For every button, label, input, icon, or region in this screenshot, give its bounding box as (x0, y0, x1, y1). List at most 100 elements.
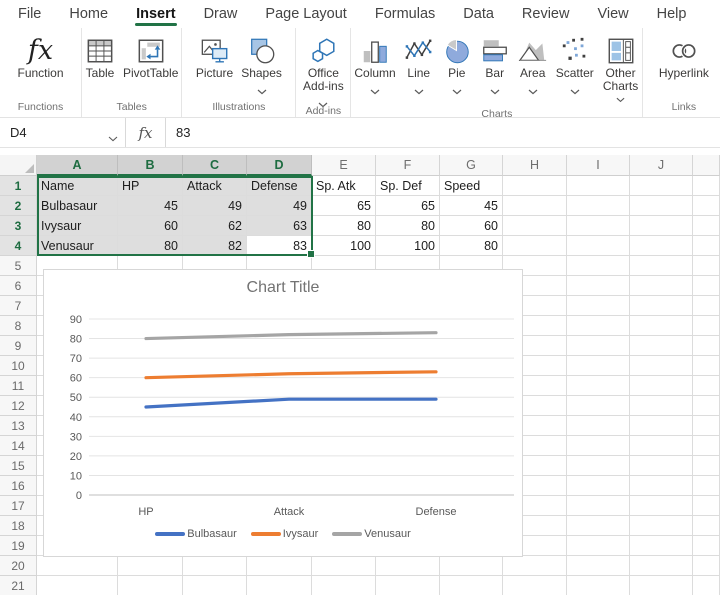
cell-I5[interactable] (567, 256, 630, 276)
cell-C20[interactable] (183, 556, 247, 576)
bar-button[interactable]: Bar (477, 33, 513, 91)
cell-I7[interactable] (567, 296, 630, 316)
cell-F3[interactable]: 80 (376, 216, 440, 236)
cell-J10[interactable] (630, 356, 693, 376)
shapes-button[interactable]: Shapes (238, 33, 285, 91)
cell-J17[interactable] (630, 496, 693, 516)
cell-J16[interactable] (630, 476, 693, 496)
cell-B2[interactable]: 45 (118, 196, 183, 216)
cell-H3[interactable] (503, 216, 567, 236)
cell-partial-13[interactable] (693, 416, 720, 436)
tab-draw[interactable]: Draw (190, 0, 252, 28)
cell-I17[interactable] (567, 496, 630, 516)
formula-input[interactable]: 83 (166, 118, 720, 147)
row-header-10[interactable]: 10 (0, 356, 37, 376)
scatter-button[interactable]: Scatter (553, 33, 597, 91)
cell-J13[interactable] (630, 416, 693, 436)
row-header-1[interactable]: 1 (0, 176, 37, 196)
cell-H2[interactable] (503, 196, 567, 216)
cell-A3[interactable]: Ivysaur (37, 216, 118, 236)
row-header-9[interactable]: 9 (0, 336, 37, 356)
cell-C21[interactable] (183, 576, 247, 595)
cell-partial-15[interactable] (693, 456, 720, 476)
embedded-chart[interactable]: Chart Title 0102030405060708090HPAttackD… (43, 269, 523, 557)
column-header-i[interactable]: I (567, 155, 630, 176)
row-header-11[interactable]: 11 (0, 376, 37, 396)
cell-I6[interactable] (567, 276, 630, 296)
cell-A21[interactable] (37, 576, 118, 595)
cell-J9[interactable] (630, 336, 693, 356)
cell-F2[interactable]: 65 (376, 196, 440, 216)
cell-E4[interactable]: 100 (312, 236, 376, 256)
cell-partial-6[interactable] (693, 276, 720, 296)
cell-F1[interactable]: Sp. Def (376, 176, 440, 196)
cell-F4[interactable]: 100 (376, 236, 440, 256)
name-box[interactable]: D4 (0, 118, 126, 147)
table-button[interactable]: Table (82, 33, 118, 81)
cell-I3[interactable] (567, 216, 630, 236)
cell-I14[interactable] (567, 436, 630, 456)
cell-I19[interactable] (567, 536, 630, 556)
cell-D4[interactable]: 83 (247, 236, 312, 256)
row-header-13[interactable]: 13 (0, 416, 37, 436)
cell-I2[interactable] (567, 196, 630, 216)
cell-partial-3[interactable] (693, 216, 720, 236)
cell-H21[interactable] (503, 576, 567, 595)
column-header-e[interactable]: E (312, 155, 376, 176)
tab-file[interactable]: File (4, 0, 55, 28)
cell-B21[interactable] (118, 576, 183, 595)
cell-partial-10[interactable] (693, 356, 720, 376)
area-button[interactable]: Area (515, 33, 551, 91)
cell-partial-11[interactable] (693, 376, 720, 396)
cell-partial-1[interactable] (693, 176, 720, 196)
row-header-8[interactable]: 8 (0, 316, 37, 336)
cell-J3[interactable] (630, 216, 693, 236)
cell-H1[interactable] (503, 176, 567, 196)
insert-function-button[interactable]: fx (126, 118, 166, 147)
cell-G20[interactable] (440, 556, 503, 576)
cell-I11[interactable] (567, 376, 630, 396)
cell-I12[interactable] (567, 396, 630, 416)
pivottable-button[interactable]: PivotTable (120, 33, 181, 81)
cell-B3[interactable]: 60 (118, 216, 183, 236)
cell-E1[interactable]: Sp. Atk (312, 176, 376, 196)
cell-C4[interactable]: 82 (183, 236, 247, 256)
row-header-15[interactable]: 15 (0, 456, 37, 476)
cell-I10[interactable] (567, 356, 630, 376)
cell-J2[interactable] (630, 196, 693, 216)
cell-J4[interactable] (630, 236, 693, 256)
cell-J6[interactable] (630, 276, 693, 296)
row-header-16[interactable]: 16 (0, 476, 37, 496)
cell-G21[interactable] (440, 576, 503, 595)
column-header-f[interactable]: F (376, 155, 440, 176)
cell-partial-12[interactable] (693, 396, 720, 416)
cell-F20[interactable] (376, 556, 440, 576)
cell-partial-5[interactable] (693, 256, 720, 276)
cell-J12[interactable] (630, 396, 693, 416)
tab-view[interactable]: View (583, 0, 642, 28)
cell-partial-7[interactable] (693, 296, 720, 316)
cell-partial-21[interactable] (693, 576, 720, 595)
row-header-19[interactable]: 19 (0, 536, 37, 556)
cell-G4[interactable]: 80 (440, 236, 503, 256)
pie-button[interactable]: Pie (439, 33, 475, 91)
cell-partial-14[interactable] (693, 436, 720, 456)
column-header-g[interactable]: G (440, 155, 503, 176)
cell-partial-19[interactable] (693, 536, 720, 556)
cell-partial-16[interactable] (693, 476, 720, 496)
column-header-j[interactable]: J (630, 155, 693, 176)
tab-review[interactable]: Review (508, 0, 584, 28)
column-header-a[interactable]: A (37, 155, 118, 176)
cell-I1[interactable] (567, 176, 630, 196)
cell-D2[interactable]: 49 (247, 196, 312, 216)
row-header-2[interactable]: 2 (0, 196, 37, 216)
column-header-h[interactable]: H (503, 155, 567, 176)
tab-insert[interactable]: Insert (122, 0, 190, 28)
cell-G1[interactable]: Speed (440, 176, 503, 196)
cell-J1[interactable] (630, 176, 693, 196)
name-box-chevron-icon[interactable] (108, 130, 118, 145)
line-button[interactable]: Line (401, 33, 437, 91)
tab-data[interactable]: Data (449, 0, 508, 28)
cell-I21[interactable] (567, 576, 630, 595)
cell-A20[interactable] (37, 556, 118, 576)
